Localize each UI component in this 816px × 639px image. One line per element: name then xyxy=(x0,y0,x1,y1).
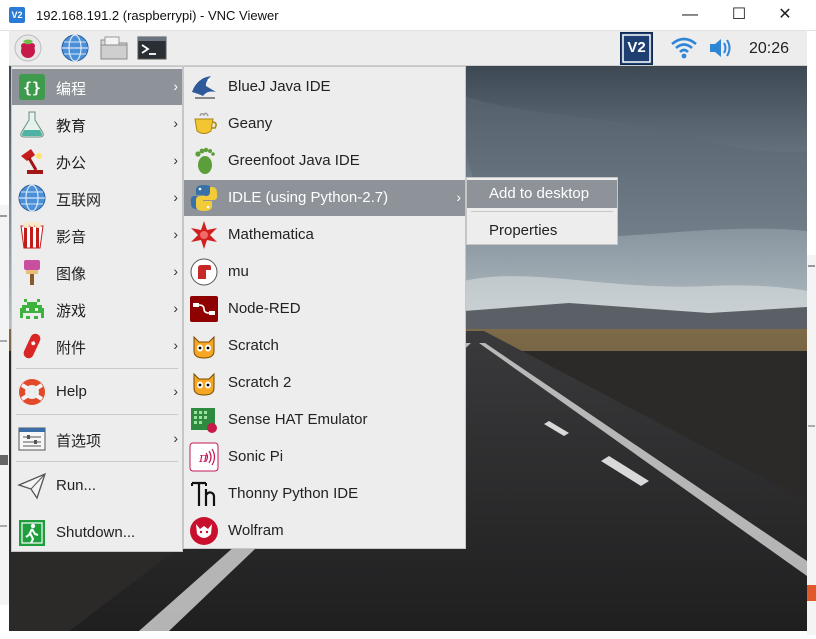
greenfoot-icon xyxy=(195,147,215,174)
thonny-icon xyxy=(191,481,216,506)
menu-item-office[interactable]: 办公 › xyxy=(12,143,182,179)
terminal-icon[interactable] xyxy=(137,33,167,63)
chevron-right-icon: › xyxy=(173,226,178,242)
close-button[interactable]: ✕ xyxy=(762,0,808,31)
menu-item-preferences[interactable]: 首选项 › xyxy=(12,421,182,457)
education-icon xyxy=(20,111,44,138)
menu-item-shutdown[interactable]: Shutdown... xyxy=(12,515,182,551)
internet-icon xyxy=(18,184,46,212)
office-icon xyxy=(21,149,43,174)
submenu-item-mu[interactable]: mu xyxy=(184,254,465,290)
scratch2-icon xyxy=(193,372,215,396)
wolfram-icon xyxy=(190,517,218,545)
sense-hat-icon xyxy=(191,408,217,433)
add-to-desktop-item[interactable]: Add to desktop xyxy=(467,180,617,208)
main-menu: {} 编程 › 教育 › 办公 › 互联网 › 影音 › 图像 › 游戏 › 附… xyxy=(11,66,183,552)
globe-icon[interactable] xyxy=(60,33,90,63)
chevron-right-icon: › xyxy=(173,337,178,353)
vnc-tray-label: V2 xyxy=(627,39,646,56)
vnc-icon[interactable]: V2 xyxy=(620,32,653,65)
vnc-app-icon: V2 xyxy=(9,7,25,23)
remote-desktop: V2 20:26 {} 编程 › 教育 › 办公 › 互联网 › 影音 › 图像… xyxy=(9,31,807,631)
submenu-item-thonny[interactable]: Thonny Python IDE xyxy=(184,476,465,512)
wifi-icon[interactable] xyxy=(669,33,699,63)
submenu-item-node-red[interactable]: Node-RED xyxy=(184,291,465,327)
submenu-item-geany[interactable]: Geany xyxy=(184,106,465,142)
properties-item[interactable]: Properties xyxy=(467,217,617,245)
menu-item-run[interactable]: Run... xyxy=(12,468,182,504)
vnc-title-bar[interactable]: V2 192.168.191.2 (raspberrypi) - VNC Vie… xyxy=(0,0,816,31)
chevron-right-icon: › xyxy=(173,78,178,94)
chevron-right-icon: › xyxy=(173,383,178,399)
chevron-right-icon: › xyxy=(173,189,178,205)
submenu-item-wolfram[interactable]: Wolfram xyxy=(184,513,465,549)
chevron-right-icon: › xyxy=(173,263,178,279)
window-title: 192.168.191.2 (raspberrypi) - VNC Viewer xyxy=(36,8,279,23)
shutdown-icon xyxy=(19,520,45,546)
help-icon xyxy=(19,379,45,405)
idle-context-menu: Add to desktop Properties xyxy=(466,177,618,245)
python-icon xyxy=(190,185,218,211)
node-red-icon xyxy=(190,296,218,322)
volume-icon[interactable] xyxy=(706,33,736,63)
mu-icon xyxy=(190,258,218,286)
programming-submenu: BlueJ Java IDE Geany Greenfoot Java IDE … xyxy=(183,66,466,549)
submenu-item-mathematica[interactable]: Mathematica xyxy=(184,217,465,253)
submenu-item-sonic-pi[interactable]: π Sonic Pi xyxy=(184,439,465,475)
maximize-button[interactable]: ☐ xyxy=(716,0,762,31)
chevron-right-icon: › xyxy=(456,189,461,205)
bluej-icon xyxy=(192,76,216,99)
menu-item-accessories[interactable]: 附件 › xyxy=(12,328,182,364)
folder-icon[interactable] xyxy=(99,33,129,63)
mathematica-icon xyxy=(191,221,217,249)
background-window-fragment xyxy=(0,205,9,608)
accessories-icon xyxy=(23,333,41,359)
preferences-icon xyxy=(18,427,46,451)
scratch-icon xyxy=(193,335,215,359)
submenu-item-idle[interactable]: IDLE (using Python-2.7) › xyxy=(184,180,465,216)
menu-item-media[interactable]: 影音 › xyxy=(12,217,182,253)
menu-item-internet[interactable]: 互联网 › xyxy=(12,180,182,216)
games-icon xyxy=(20,299,44,319)
submenu-item-greenfoot[interactable]: Greenfoot Java IDE xyxy=(184,143,465,179)
raspberry-menu-icon[interactable] xyxy=(13,33,43,63)
minimize-button[interactable]: — xyxy=(667,0,713,31)
menu-separator xyxy=(16,461,178,462)
menu-separator xyxy=(471,211,613,212)
panel-clock: 20:26 xyxy=(748,40,789,57)
sonic-pi-icon: π xyxy=(189,442,219,472)
menu-separator xyxy=(16,368,178,369)
chevron-right-icon: › xyxy=(173,430,178,446)
submenu-item-bluej[interactable]: BlueJ Java IDE xyxy=(184,69,465,105)
chevron-right-icon: › xyxy=(173,152,178,168)
graphics-icon xyxy=(24,260,40,285)
media-icon xyxy=(20,221,44,249)
programming-icon: {} xyxy=(19,74,45,100)
menu-item-graphics[interactable]: 图像 › xyxy=(12,254,182,290)
background-window-fragment-right xyxy=(807,255,816,638)
submenu-item-scratch[interactable]: Scratch xyxy=(184,328,465,364)
submenu-item-scratch2[interactable]: Scratch 2 xyxy=(184,365,465,401)
geany-icon xyxy=(194,112,217,134)
taskbar-panel: V2 20:26 xyxy=(9,31,807,66)
menu-item-programming[interactable]: {} 编程 › xyxy=(12,69,182,105)
chevron-right-icon: › xyxy=(173,300,178,316)
menu-item-help[interactable]: Help › xyxy=(12,374,182,410)
run-icon xyxy=(17,472,47,500)
menu-item-games[interactable]: 游戏 › xyxy=(12,291,182,327)
menu-item-education[interactable]: 教育 › xyxy=(12,106,182,142)
svg-text:{}: {} xyxy=(23,79,41,97)
menu-separator xyxy=(16,414,178,415)
submenu-item-sense-hat[interactable]: Sense HAT Emulator xyxy=(184,402,465,438)
chevron-right-icon: › xyxy=(173,115,178,131)
